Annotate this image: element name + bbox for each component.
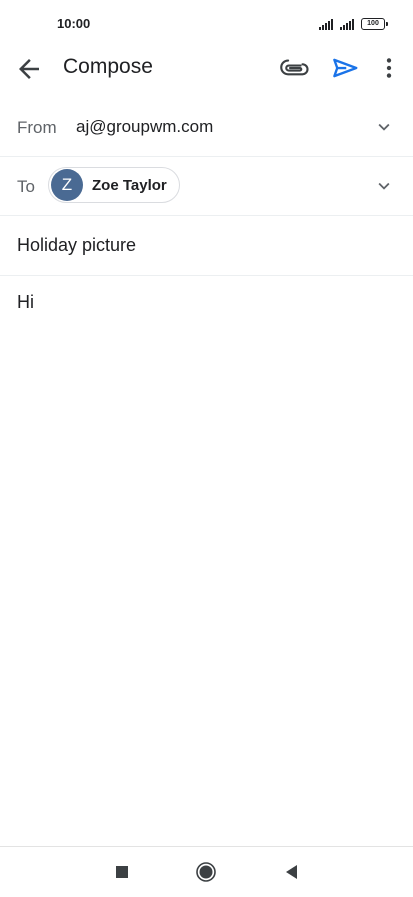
recents-button[interactable] xyxy=(111,861,133,883)
battery-level: 100 xyxy=(367,20,379,27)
recipient-name: Zoe Taylor xyxy=(92,176,167,194)
home-button[interactable] xyxy=(195,861,217,883)
app-bar: Compose xyxy=(0,42,413,94)
chevron-down-icon xyxy=(378,182,390,190)
battery-icon: 100 xyxy=(361,18,388,30)
paperclip-icon xyxy=(280,59,309,76)
system-nav-bar xyxy=(0,846,413,897)
chevron-down-icon xyxy=(378,123,390,131)
from-account[interactable]: aj@groupwm.com xyxy=(76,117,213,137)
page-title: Compose xyxy=(63,55,153,78)
from-expand-button[interactable] xyxy=(373,116,395,138)
home-circle-icon xyxy=(196,862,216,882)
back-button[interactable] xyxy=(14,54,44,84)
arrow-back-icon xyxy=(19,59,39,79)
avatar-initial: Z xyxy=(61,175,73,194)
attach-button[interactable] xyxy=(280,53,310,83)
compose-body-field[interactable]: Hi xyxy=(17,292,34,313)
back-triangle-icon xyxy=(286,865,297,879)
from-row: From aj@groupwm.com xyxy=(0,98,413,157)
recents-square-icon xyxy=(116,866,128,878)
nav-back-button[interactable] xyxy=(281,861,303,883)
signal-icon xyxy=(340,18,354,30)
to-expand-button[interactable] xyxy=(373,175,395,197)
status-time: 10:00 xyxy=(57,16,91,31)
send-icon xyxy=(333,58,358,78)
send-button[interactable] xyxy=(330,53,360,83)
subject-row: Holiday picture xyxy=(0,216,413,276)
from-label: From xyxy=(17,118,57,137)
avatar: Z xyxy=(51,169,83,201)
recipient-chip[interactable]: Z Zoe Taylor xyxy=(48,167,180,203)
more-options-button[interactable] xyxy=(376,53,402,83)
subject-field[interactable]: Holiday picture xyxy=(17,235,136,256)
to-label: To xyxy=(17,177,35,196)
more-vert-icon xyxy=(386,58,392,78)
to-row: To Z Zoe Taylor xyxy=(0,157,413,216)
status-bar: 10:00 100 xyxy=(0,0,413,48)
status-icons: 100 xyxy=(319,18,388,30)
signal-icon xyxy=(319,18,333,30)
